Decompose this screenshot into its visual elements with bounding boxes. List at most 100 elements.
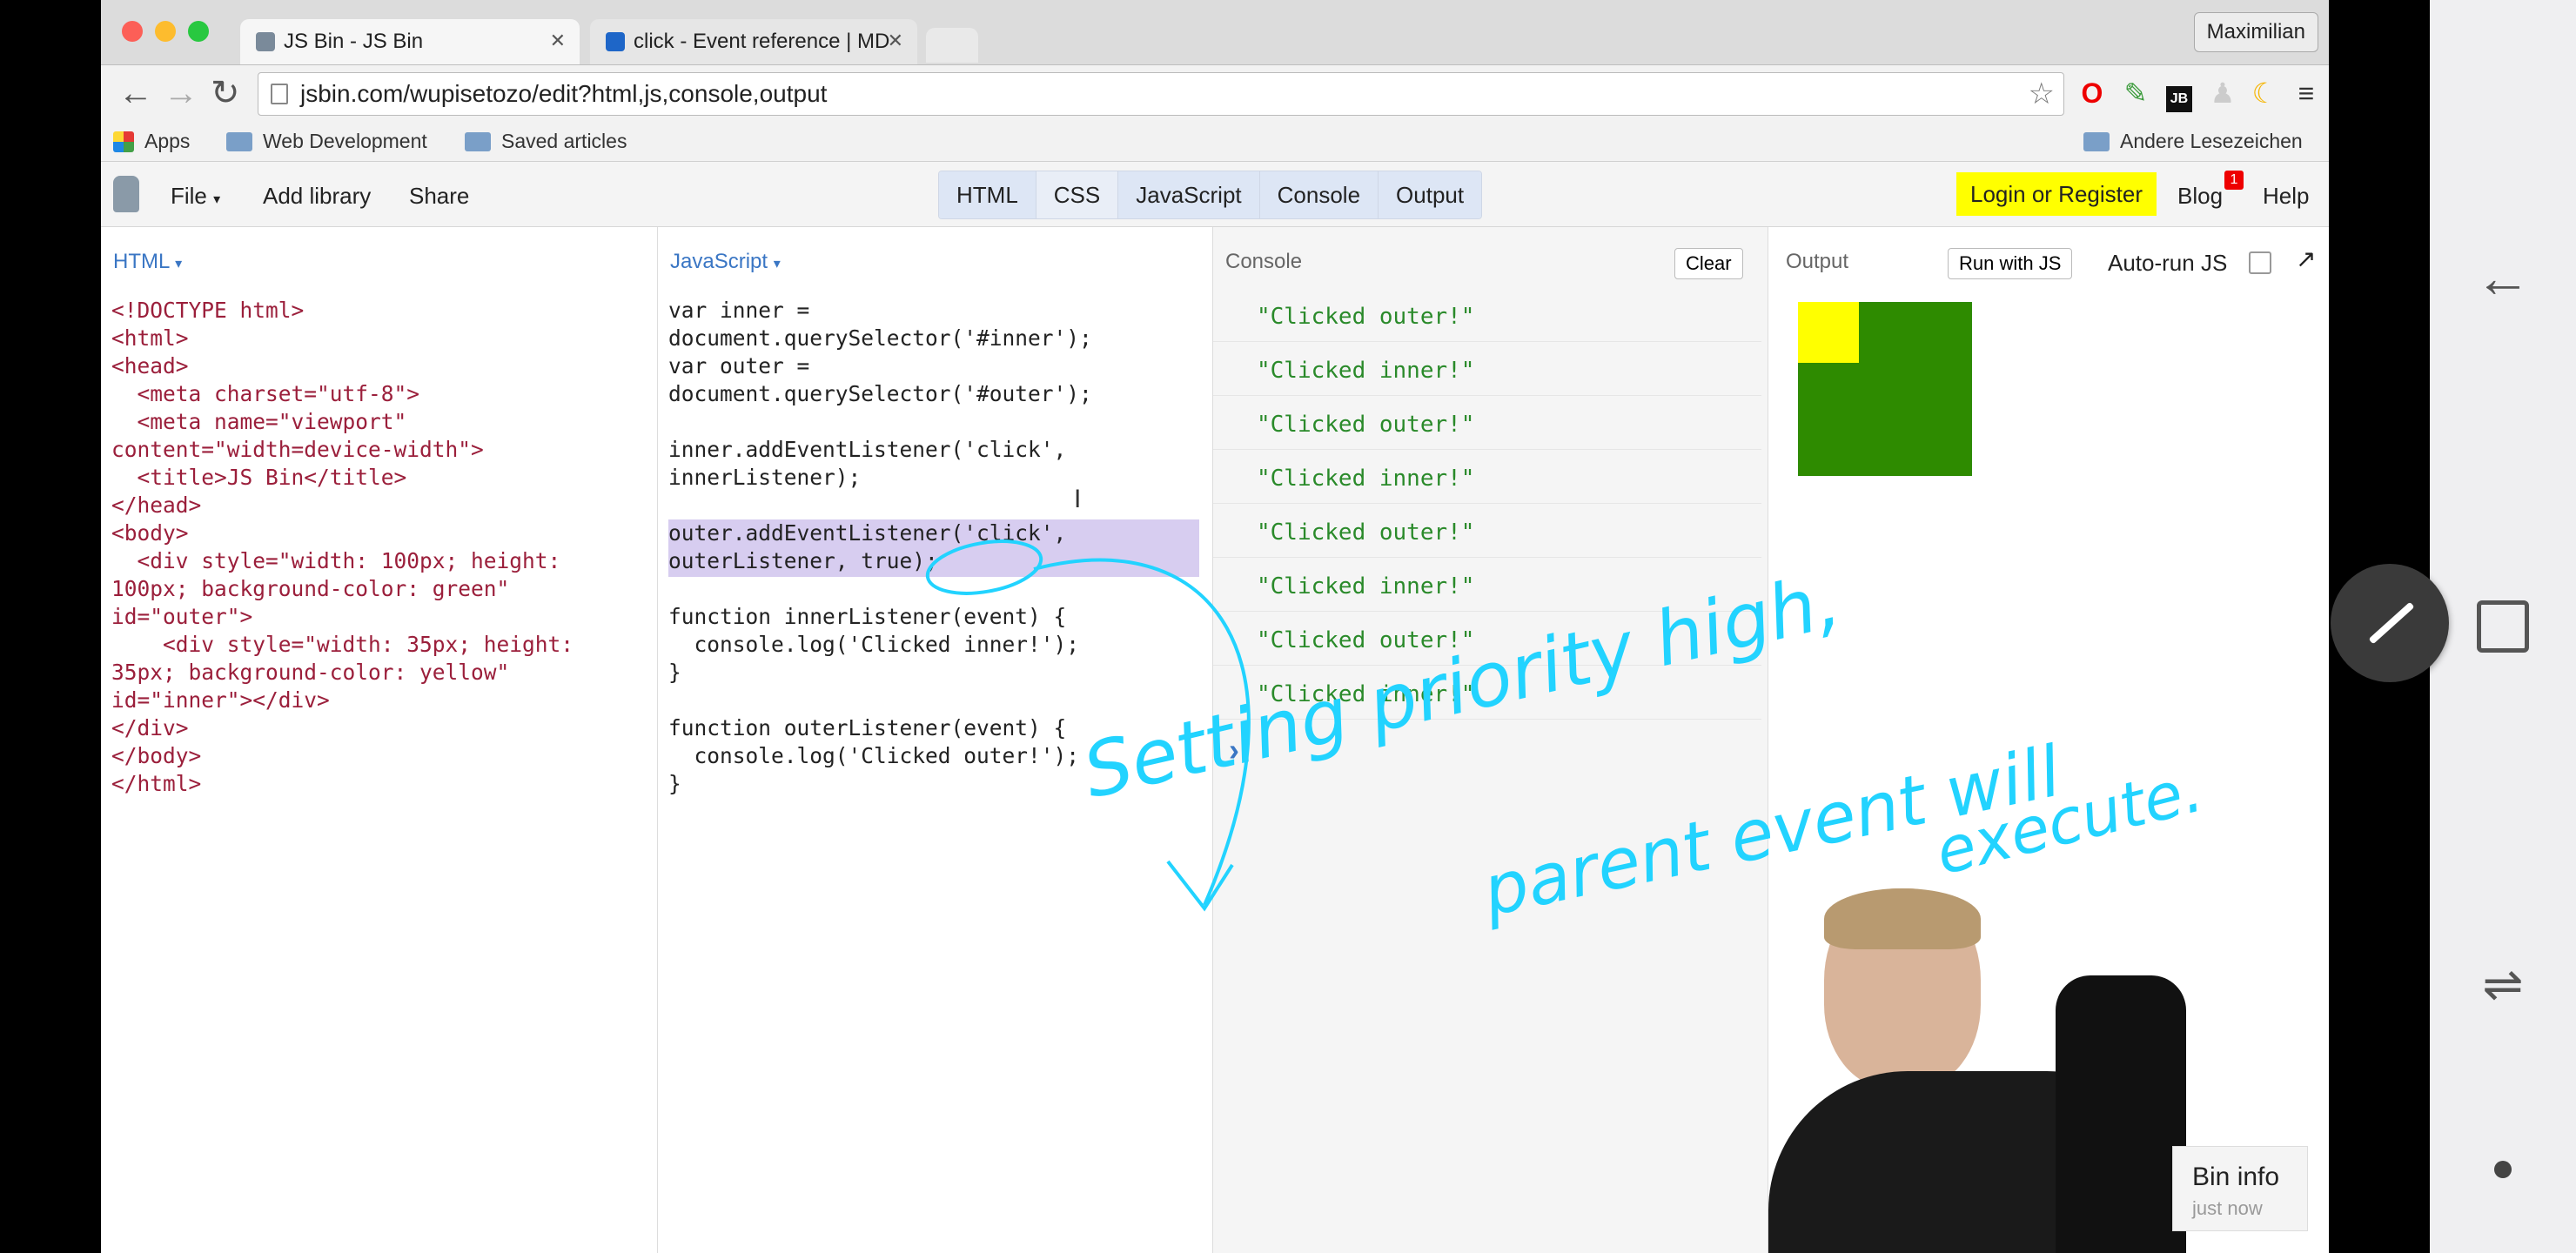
bookmark-web-development[interactable]: Web Development [226,130,427,153]
add-library-menu[interactable]: Add library [263,183,371,210]
menu-icon[interactable]: ≡ [2289,76,2324,111]
close-tab-icon[interactable]: ✕ [888,30,903,52]
back-arrow-icon[interactable]: ← [2475,245,2531,310]
panel-label-text: JavaScript [670,250,768,273]
html-panel: HTML ▾ <!DOCTYPE html> <html> <head> <me… [101,227,658,1253]
panel-label-text: HTML [113,250,170,273]
close-window-button[interactable] [122,21,143,42]
tab-html[interactable]: HTML [939,171,1036,218]
tab-strip: JS Bin - JS Bin ✕ click - Event referenc… [101,0,2329,65]
new-tab-button[interactable] [926,28,978,63]
auto-run-checkbox[interactable] [2249,251,2271,274]
clear-console-button[interactable]: Clear [1674,248,1743,279]
url-host: jsbin.com [300,80,404,107]
file-menu[interactable]: File ▾ [171,183,220,210]
console-line: "Clicked inner!" [1213,558,1761,612]
bin-info-title: Bin info [2192,1163,2280,1191]
popout-arrow-icon[interactable]: ↗ [2296,245,2316,273]
caret-down-icon: ▾ [175,257,183,271]
reload-icon[interactable]: ↻ [211,72,240,114]
bookmark-label: Saved articles [501,130,627,152]
jetbrains-icon[interactable]: JB [2162,76,2197,112]
text-cursor-icon: I [1074,485,1082,513]
javascript-editor[interactable]: var inner = document.querySelector('#inn… [668,297,1092,798]
profile-button[interactable]: Maximilian [2193,12,2318,52]
jsbin-logo[interactable] [113,176,139,212]
folder-icon [226,131,252,151]
console-panel: Console Clear "Clicked outer!" "Clicked … [1213,227,1768,1253]
bookmark-apps[interactable]: Apps [113,130,190,153]
bookmarks-bar: Apps Web Development Saved articles Ande… [101,123,2329,162]
page-icon [271,84,288,104]
browser-tab-jsbin[interactable]: JS Bin - JS Bin ✕ [240,19,580,64]
output-label: Output [1786,250,1849,273]
blog-notification-badge: 1 [2224,171,2244,190]
bookmark-saved-articles[interactable]: Saved articles [465,130,627,153]
console-line-text: "Clicked outer!" [1257,627,1475,653]
blog-link[interactable]: Blog [2177,183,2223,210]
browser-tab-mdn[interactable]: click - Event reference | MDN ✕ [590,19,917,64]
pen-tool-button[interactable] [2331,564,2449,682]
console-line: "Clicked outer!" [1213,288,1761,342]
bookmark-other[interactable]: Andere Lesezeichen [2083,130,2303,153]
bookmark-label: Apps [144,130,191,152]
bookmark-label: Andere Lesezeichen [2120,130,2303,152]
menu-label: File [171,183,207,209]
bin-info-panel[interactable]: Bin info just now [2172,1146,2308,1231]
console-line-text: "Clicked outer!" [1257,412,1475,438]
console-line-text: "Clicked inner!" [1257,681,1475,707]
opera-icon[interactable]: O [2075,76,2110,111]
panel-toggle-group: HTML CSS JavaScript Console Output [938,171,1483,219]
console-prompt[interactable]: › [1229,732,1239,768]
split-screen-icon[interactable]: ⇌ [2483,955,2524,1013]
folder-icon [465,131,491,151]
inner-div[interactable] [1798,302,1859,363]
share-menu[interactable]: Share [409,183,469,210]
jsbin-toolbar: File ▾ Add library Share HTML CSS JavaSc… [101,162,2329,227]
console-line-text: "Clicked inner!" [1257,573,1475,600]
login-register-button[interactable]: Login or Register [1956,172,2157,216]
tab-css[interactable]: CSS [1036,171,1119,218]
js-panel-label[interactable]: JavaScript ▾ [670,250,781,274]
bin-info-time: just now [2192,1197,2263,1219]
output-panel: Output Run with JS Auto-run JS ↗ Bin inf… [1768,227,2329,1253]
eyedropper-icon[interactable]: ✎ [2118,76,2153,111]
recents-icon[interactable] [2477,600,2529,653]
console-line: "Clicked inner!" [1213,450,1761,504]
auto-run-label: Auto-run JS [2108,250,2228,276]
back-icon[interactable]: ← [118,72,153,114]
tab-console[interactable]: Console [1259,171,1379,218]
javascript-panel: JavaScript ▾ var inner = document.queryS… [658,227,1213,1253]
forward-icon[interactable]: → [164,72,198,114]
night-mode-icon[interactable]: ☾ [2247,76,2282,111]
tab-output[interactable]: Output [1379,171,1482,218]
run-with-js-button[interactable]: Run with JS [1948,248,2073,279]
maximize-window-button[interactable] [188,21,209,42]
mdn-favicon-icon [606,32,625,51]
bookmark-star-icon[interactable]: ☆ [2029,73,2055,115]
console-line: "Clicked outer!" [1213,612,1761,666]
chair [2056,975,2186,1253]
minimize-window-button[interactable] [155,21,176,42]
address-bar[interactable]: jsbin.com/wupisetozo/edit?html,js,consol… [258,72,2064,116]
html-editor[interactable]: <!DOCTYPE html> <html> <head> <meta char… [111,297,574,798]
help-link[interactable]: Help [2263,183,2309,210]
html-panel-label[interactable]: HTML ▾ [113,250,182,274]
outer-div[interactable] [1798,302,1972,476]
jsbin-favicon-icon [256,32,275,51]
browser-toolbar: ← → ↻ jsbin.com/wupisetozo/edit?html,js,… [101,65,2329,123]
console-line: "Clicked inner!" [1213,342,1761,396]
console-line-text: "Clicked outer!" [1257,519,1475,546]
console-label: Console [1225,250,1303,273]
dot-icon[interactable] [2494,1161,2512,1178]
console-line: "Clicked outer!" [1213,504,1761,558]
android-nav-bar: ← ⇌ [2430,0,2576,1253]
caret-down-icon: ▾ [773,257,781,271]
close-tab-icon[interactable]: ✕ [550,30,566,52]
url-path: /wupisetozo/edit?html,js,console,output [403,80,828,107]
console-line-text: "Clicked inner!" [1257,358,1475,384]
person-icon[interactable]: ♟ [2205,76,2240,111]
pencil-icon [2368,601,2415,645]
console-line-text: "Clicked inner!" [1257,466,1475,492]
tab-javascript[interactable]: JavaScript [1118,171,1260,218]
